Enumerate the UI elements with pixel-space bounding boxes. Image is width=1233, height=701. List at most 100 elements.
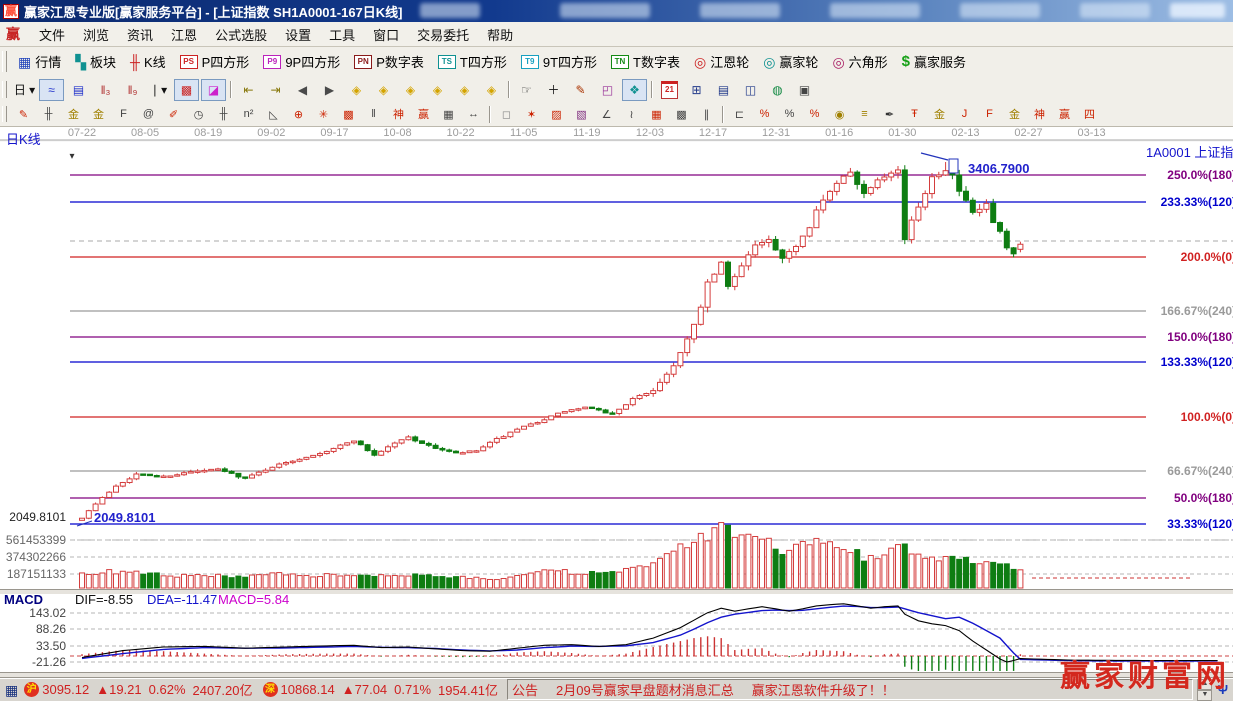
toolbar-kline-button[interactable]: ╫K线	[123, 46, 173, 77]
menu-item-8[interactable]: 窗口	[364, 23, 408, 46]
tool-tick-ruler-2[interactable]: ╫	[212, 104, 236, 125]
toolbar-p-number-table-button[interactable]: PNP数字表	[347, 46, 431, 77]
tool-diamond-horizontal[interactable]: ◈	[398, 79, 423, 101]
tool-diamond-expand[interactable]: ◈	[479, 79, 504, 101]
toolbar-9t-square-button[interactable]: T99T四方形	[514, 46, 604, 77]
tool-chip-distribution[interactable]: ▩	[174, 79, 199, 101]
news-spinner[interactable]: ▲ ▼	[1197, 679, 1212, 701]
tool-ink-marker[interactable]: ✒	[878, 104, 902, 125]
menu-item-6[interactable]: 设置	[276, 23, 320, 46]
tool-shen-line[interactable]: 神	[1028, 104, 1052, 125]
tool-star-rays[interactable]: ✳	[312, 104, 336, 125]
tool-diamond-shift-left[interactable]: ◈	[344, 79, 369, 101]
tool-crosshair[interactable]: ＋	[541, 79, 566, 101]
toolbar-winner-service-button[interactable]: $赢家服务	[895, 46, 973, 77]
tool-purple-region[interactable]: ◰	[595, 79, 620, 101]
tool-ying-line[interactable]: 赢	[1053, 104, 1077, 125]
tool-tick-ruler[interactable]: ╫	[37, 104, 61, 125]
kline-mode-label[interactable]: 日K线	[6, 129, 41, 148]
tool-time-circle[interactable]: ◷	[187, 104, 211, 125]
tool-diamond-compress[interactable]: ◈	[425, 79, 450, 101]
tool-gold-circle[interactable]: ◉	[828, 104, 852, 125]
tool-grid-dark[interactable]: ▩	[670, 104, 694, 125]
tool-n-squared[interactable]: n²	[237, 104, 261, 125]
tool-j-line[interactable]: J	[953, 104, 977, 125]
tool-zigzag[interactable]: ≀	[620, 104, 644, 125]
news-ticker[interactable]: 公告 2月09号赢家早盘题材消息汇总 赢家江恩软件升级了！！	[507, 679, 1193, 700]
menu-item-4[interactable]: 江恩	[162, 23, 206, 46]
menu-item-5[interactable]: 公式选股	[206, 23, 276, 46]
tool-gann-pen[interactable]: ✎	[12, 104, 36, 125]
tool-spiral[interactable]: @	[137, 104, 161, 125]
tool-four-line[interactable]: 四	[1078, 104, 1102, 125]
tool-shen-grid[interactable]: 神	[387, 104, 411, 125]
menu-item-7[interactable]: 工具	[320, 23, 364, 46]
tool-hand-drag[interactable]: ☞	[514, 79, 539, 101]
toolbar-hexagon-button[interactable]: ◎六角形	[825, 46, 894, 77]
tool-grid-star[interactable]: ▩	[337, 104, 361, 125]
tool-pct-fan[interactable]: %	[753, 104, 777, 125]
chart-area[interactable]: 07-2208-0508-1909-0209-1710-0810-2211-05…	[0, 126, 1233, 677]
tool-angle-line[interactable]: ∠	[595, 104, 619, 125]
tool-last-page[interactable]: ⇥	[263, 79, 288, 101]
tool-first-page[interactable]: ⇤	[236, 79, 261, 101]
toolbar-t-number-table-button[interactable]: TNT数字表	[604, 46, 687, 77]
keyboard-icon[interactable]: ▦	[5, 683, 18, 697]
tool-trend-wave-tool[interactable]: ≈	[39, 79, 64, 101]
tool-print[interactable]: ▣	[792, 79, 817, 101]
tool-gold-box[interactable]: 金	[928, 104, 952, 125]
toolbar-t-square-button[interactable]: TST四方形	[431, 46, 514, 77]
news-item-1[interactable]: 2月09号赢家早盘题材消息汇总	[556, 680, 734, 699]
tool-color-histogram[interactable]: ◪	[201, 79, 226, 101]
tool-period-daily-dropdown[interactable]: 日 ▾	[12, 79, 37, 101]
tool-v-bars[interactable]: ‖	[362, 104, 386, 125]
toolbar-9p-square-button[interactable]: P99P四方形	[256, 46, 347, 77]
tool-pct-line[interactable]: %	[803, 104, 827, 125]
tool-grid-123[interactable]: ▦	[437, 104, 461, 125]
menu-item-2[interactable]: 浏览	[74, 23, 118, 46]
toolbar-gann-wheel-button[interactable]: ◎江恩轮	[687, 46, 756, 77]
spin-up-icon[interactable]: ▲	[1197, 679, 1212, 690]
tool-smart-region[interactable]: ❖	[622, 79, 647, 101]
tool-circle-cross[interactable]: ⊕	[287, 104, 311, 125]
tool-zoom-pen[interactable]: ✎	[568, 79, 593, 101]
toolbar-quotes-button[interactable]: ▦行情	[11, 46, 68, 77]
tool-fan-box[interactable]: ▨	[545, 104, 569, 125]
tool-network[interactable]: ◍	[765, 79, 790, 101]
tool-f-line[interactable]: F	[978, 104, 1002, 125]
tool-calendar[interactable]: 21	[657, 79, 682, 101]
tool-span-arrows[interactable]: ↔	[462, 104, 486, 125]
menu-item-9[interactable]: 交易委托	[408, 23, 478, 46]
tool-grid-red[interactable]: ▦	[645, 104, 669, 125]
tool-gold-line[interactable]: ≡	[853, 104, 877, 125]
tool-steps-tool[interactable]: ⊏	[728, 104, 752, 125]
tool-ying-grid[interactable]: 赢	[412, 104, 436, 125]
toolbar-p-square-button[interactable]: PSP四方形	[173, 46, 257, 77]
tool-fan-lines[interactable]: ✶	[520, 104, 544, 125]
tool-save[interactable]: ◫	[738, 79, 763, 101]
tool-gold-grid-2[interactable]: 金	[87, 104, 111, 125]
window-controls-blur[interactable]	[1170, 3, 1225, 18]
tool-diamond-star[interactable]: ◈	[452, 79, 477, 101]
tool-candle-style-dropdown[interactable]: ∣ ▾	[147, 79, 172, 101]
tool-frame-box[interactable]: ◻	[495, 104, 519, 125]
menu-item-1[interactable]: 文件	[30, 23, 74, 46]
tool-diag-box[interactable]: ▧	[570, 104, 594, 125]
menu-item-10[interactable]: 帮助	[478, 23, 522, 46]
tool-next-bar[interactable]: ▶	[317, 79, 342, 101]
menu-item-3[interactable]: 资讯	[118, 23, 162, 46]
main-chart-canvas[interactable]: 07-2208-0508-1909-0209-1710-0810-2211-05…	[0, 126, 1233, 677]
tool-brush[interactable]: ✐	[162, 104, 186, 125]
tool-prev-bar[interactable]: ◀	[290, 79, 315, 101]
tool-f10-info[interactable]: ▤	[66, 79, 91, 101]
tool-pct-plain[interactable]: %	[778, 104, 802, 125]
tool-avg-band[interactable]: Ŧ	[903, 104, 927, 125]
tool-notepad[interactable]: ▤	[711, 79, 736, 101]
tool-gold-angle[interactable]: 金	[1003, 104, 1027, 125]
toolbar-winner-wheel-button[interactable]: ◎赢家轮	[756, 46, 825, 77]
tool-f-square[interactable]: F	[112, 104, 136, 125]
tool-angle-ruler[interactable]: ◺	[262, 104, 286, 125]
toolbar-sectors-button[interactable]: ▚板块	[68, 46, 123, 77]
tool-bars-9[interactable]: ‖₉	[120, 79, 145, 101]
title-bar[interactable]: 赢 赢家江恩专业版[赢家服务平台] - [上证指数 SH1A0001-167日K…	[0, 0, 1233, 22]
